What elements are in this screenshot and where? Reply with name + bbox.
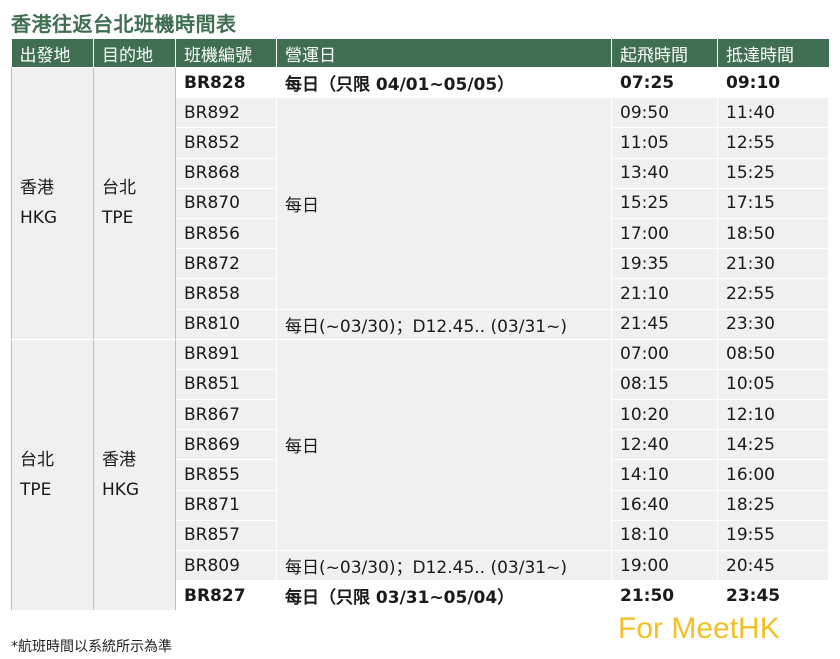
- departure-time: 13:40: [611, 157, 718, 189]
- departure-time: 07:00: [611, 338, 718, 370]
- header-flight-number: 班機編號: [175, 39, 277, 68]
- header-departure-time: 起飛時間: [611, 39, 718, 68]
- operating-days: 每日(~03/30)；D12.45.. (03/31~): [276, 308, 612, 340]
- table-header-row: 出發地 目的地 班機編號 營運日 起飛時間 抵達時間: [11, 39, 829, 68]
- flight-number: BR868: [175, 157, 277, 189]
- operating-days: 每日（只限 04/01~05/05）: [276, 66, 612, 99]
- departure-time: 16:40: [611, 489, 718, 521]
- departure-time: 10:20: [611, 399, 718, 431]
- watermark: For MeetHK: [618, 612, 780, 645]
- flight-number: BR867: [175, 399, 277, 431]
- arrival-time: 15:25: [717, 157, 829, 189]
- arrival-time: 19:55: [717, 519, 829, 552]
- page-title: 香港往返台北班機時間表: [11, 12, 237, 36]
- flight-number: BR871: [175, 489, 277, 521]
- table-row: 香港 HKG 台北 TPE BR828 每日（只限 04/01~05/05） 07:25 09…: [11, 66, 829, 340]
- arrival-time: 12:55: [717, 127, 829, 159]
- origin-cell: 香港 HKG: [11, 67, 94, 340]
- flight-number: BR855: [175, 459, 277, 491]
- arrival-time: 12:10: [717, 399, 829, 431]
- destination-line: TPE: [102, 208, 134, 229]
- departure-time: 15:25: [611, 187, 718, 219]
- arrival-time: 18:50: [717, 217, 829, 250]
- origin-line: 台北: [20, 450, 54, 471]
- departure-time: 11:05: [611, 127, 718, 159]
- operating-days-merged: 每日: [276, 338, 612, 552]
- origin-line: TPE: [20, 480, 52, 501]
- flight-number: BR827: [175, 580, 277, 612]
- arrival-time: 17:15: [717, 187, 829, 219]
- departure-time: 19:35: [611, 248, 718, 280]
- flight-number: BR892: [175, 97, 277, 129]
- destination-line: HKG: [102, 480, 140, 501]
- arrival-time: 11:40: [717, 97, 829, 129]
- table-row: 台北 TPE 香港 HKG BR891 每日 07:00 08:50: [11, 338, 829, 612]
- arrival-time: 18:25: [717, 489, 829, 521]
- origin-line: 香港: [20, 178, 54, 199]
- origin-cell: 台北 TPE: [11, 338, 94, 612]
- flight-number: BR857: [175, 519, 277, 552]
- departure-time: 17:00: [611, 217, 718, 250]
- flight-number: BR869: [175, 429, 277, 461]
- footnote: *航班時間以系統所示為準: [11, 639, 172, 655]
- departure-time: 08:15: [611, 368, 718, 401]
- flight-number: BR810: [175, 308, 277, 340]
- header-operating-days: 營運日: [276, 39, 612, 68]
- flight-number: BR852: [175, 127, 277, 159]
- arrival-time: 20:45: [717, 549, 829, 582]
- flight-number: BR828: [175, 66, 277, 99]
- departure-time: 19:00: [611, 549, 718, 582]
- header-destination: 目的地: [93, 39, 176, 68]
- flight-number: BR856: [175, 217, 277, 250]
- flight-number: BR851: [175, 368, 277, 401]
- departure-time: 07:25: [611, 66, 718, 99]
- operating-days: 每日（只限 03/31~05/04）: [276, 580, 612, 612]
- departure-time: 21:10: [611, 278, 718, 310]
- destination-line: 台北: [102, 178, 136, 199]
- destination-line: 香港: [102, 450, 136, 471]
- arrival-time: 09:10: [717, 66, 829, 99]
- destination-cell: 台北 TPE: [93, 67, 176, 340]
- arrival-time: 14:25: [717, 429, 829, 461]
- arrival-time: 23:45: [717, 580, 829, 612]
- flight-number: BR872: [175, 248, 277, 280]
- header-origin: 出發地: [11, 39, 94, 68]
- departure-time: 12:40: [611, 429, 718, 461]
- flight-number: BR858: [175, 278, 277, 310]
- operating-days: 每日(~03/30)；D12.45.. (03/31~): [276, 549, 612, 582]
- arrival-time: 23:30: [717, 308, 829, 340]
- arrival-time: 22:55: [717, 278, 829, 310]
- departure-time: 21:50: [611, 580, 718, 612]
- flight-schedule-table: 出發地 目的地 班機編號 營運日 起飛時間 抵達時間 香港 HKG 台北 TPE BR8…: [11, 39, 829, 612]
- departure-time: 21:45: [611, 308, 718, 340]
- flight-number: BR891: [175, 338, 277, 370]
- destination-cell: 香港 HKG: [93, 338, 176, 612]
- arrival-time: 08:50: [717, 338, 829, 370]
- arrival-time: 16:00: [717, 459, 829, 491]
- operating-days-merged: 每日: [276, 97, 612, 310]
- flight-number: BR809: [175, 549, 277, 582]
- departure-time: 09:50: [611, 97, 718, 129]
- departure-time: 18:10: [611, 519, 718, 552]
- arrival-time: 10:05: [717, 368, 829, 401]
- header-arrival-time: 抵達時間: [717, 39, 829, 68]
- arrival-time: 21:30: [717, 248, 829, 280]
- origin-line: HKG: [20, 208, 58, 229]
- table-body: 香港 HKG 台北 TPE BR828 每日（只限 04/01~05/05） 07:25 09…: [11, 66, 829, 612]
- departure-time: 14:10: [611, 459, 718, 491]
- flight-number: BR870: [175, 187, 277, 219]
